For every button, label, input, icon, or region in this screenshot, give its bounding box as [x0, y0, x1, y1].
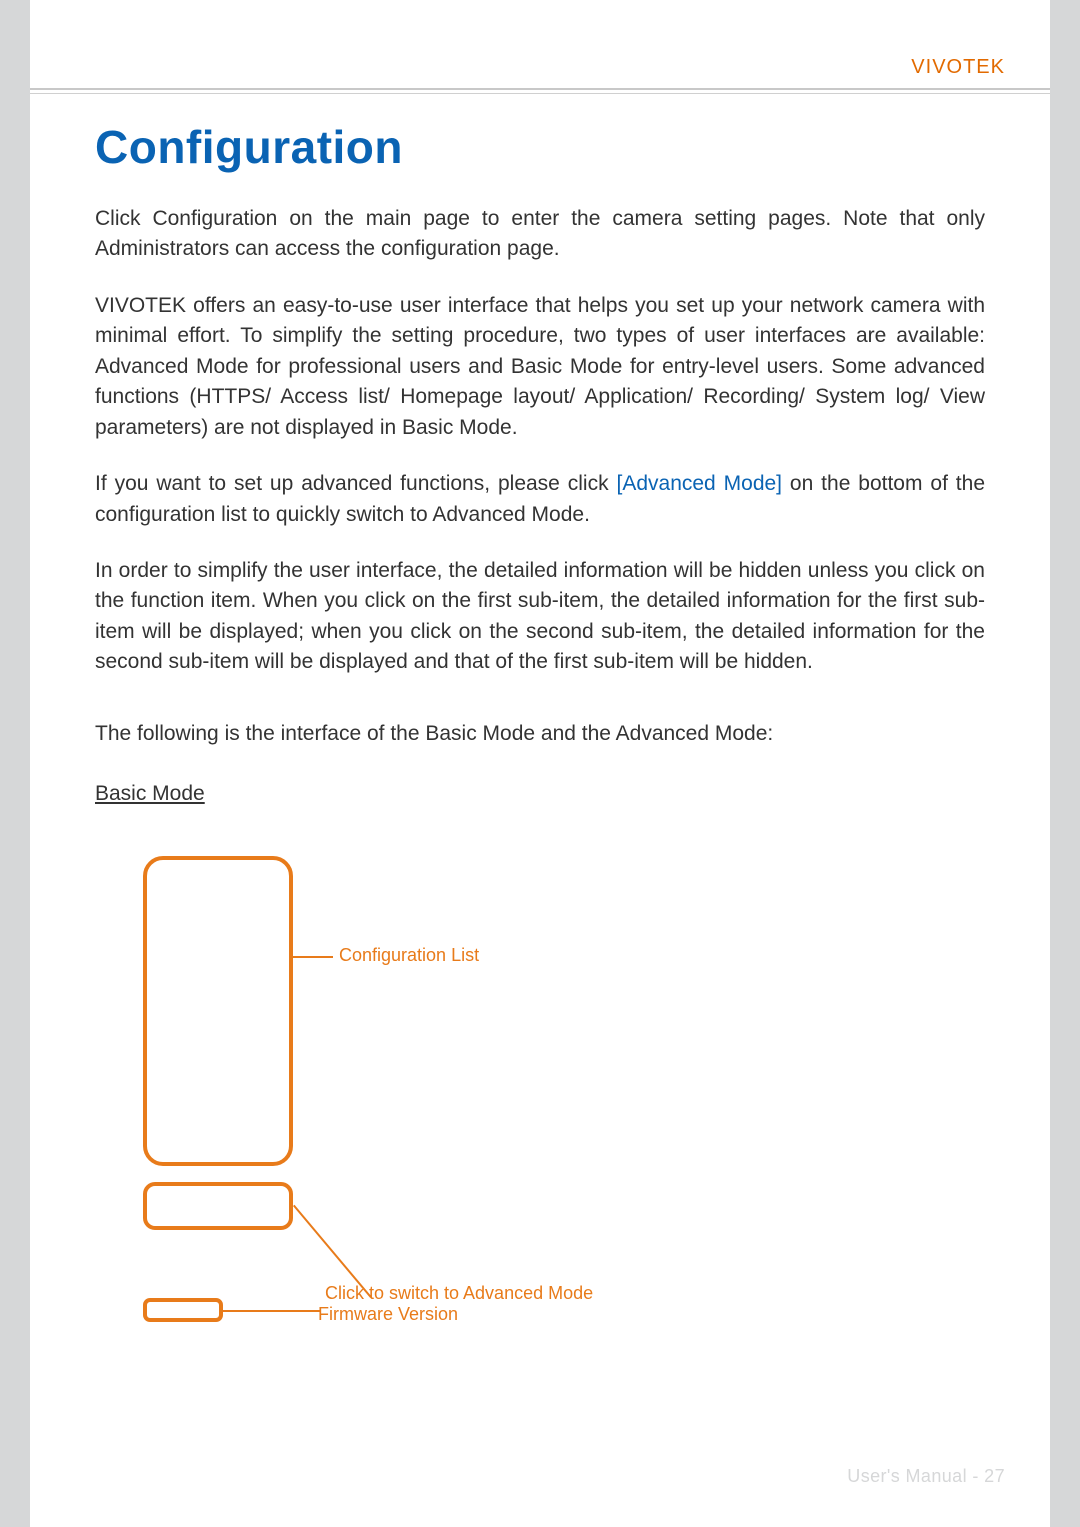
basic-mode-diagram: Configuration List Click to switch to Ad… — [143, 856, 985, 1436]
firmware-version-box — [143, 1298, 223, 1322]
advanced-mode-link[interactable]: [Advanced Mode] — [617, 472, 783, 495]
content-area: Configuration Click Configuration on the… — [95, 120, 985, 1436]
intro-paragraph-3: If you want to set up advanced functions… — [95, 469, 985, 530]
switch-mode-label: Click to switch to Advanced Mode — [325, 1283, 593, 1304]
page-footer: User's Manual - 27 — [847, 1466, 1005, 1487]
configuration-list-label: Configuration List — [339, 945, 479, 966]
intro-paragraph-1: Click Configuration on the main page to … — [95, 204, 985, 265]
firmware-version-label: Firmware Version — [318, 1304, 458, 1325]
brand-label: VIVOTEK — [911, 56, 1005, 79]
document-page: VIVOTEK Configuration Click Configuratio… — [30, 0, 1050, 1527]
callout-line — [293, 956, 333, 958]
basic-mode-subheading: Basic Mode — [95, 782, 985, 806]
p3-text-a: If you want to set up advanced functions… — [95, 472, 617, 495]
callout-line — [223, 1310, 321, 1312]
configuration-list-box — [143, 856, 293, 1166]
page-title: Configuration — [95, 120, 985, 174]
header-rule-thin — [30, 93, 1050, 94]
header-rule — [30, 88, 1050, 90]
section-intro: The following is the interface of the Ba… — [95, 722, 985, 746]
switch-mode-box — [143, 1182, 293, 1230]
intro-paragraph-4: In order to simplify the user interface,… — [95, 556, 985, 678]
intro-paragraph-2: VIVOTEK offers an easy-to-use user inter… — [95, 291, 985, 443]
